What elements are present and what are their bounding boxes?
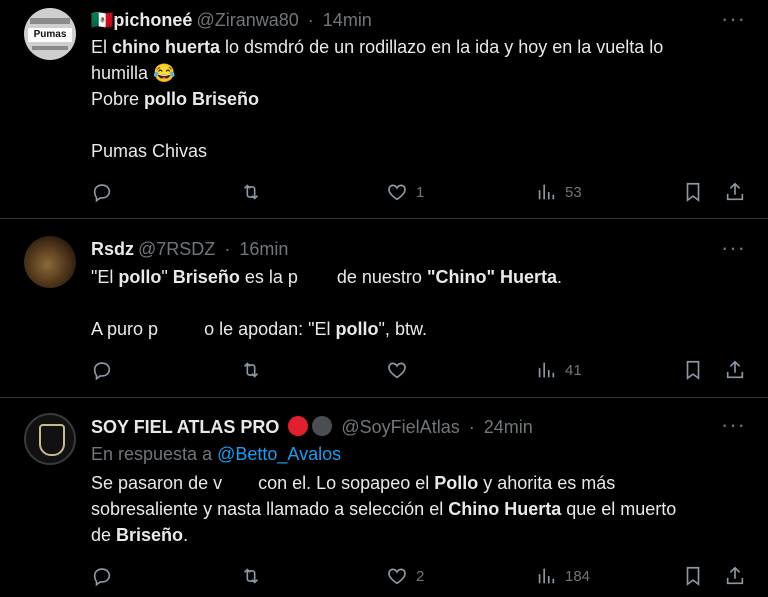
share-button[interactable] xyxy=(724,357,746,383)
tweet-text: Se pasaron de v con el. Lo sopapeo el Po… xyxy=(91,470,741,548)
user-handle[interactable]: @7RSDZ xyxy=(138,239,215,259)
share-button[interactable] xyxy=(724,179,746,205)
reply-icon xyxy=(93,362,111,381)
more-options-icon[interactable]: ··· xyxy=(721,6,746,32)
tweet-actions: 2 184 xyxy=(0,563,768,589)
views-button[interactable]: 53 xyxy=(535,179,582,205)
separator: · xyxy=(307,10,314,30)
black-circle-icon xyxy=(312,416,333,436)
views-button[interactable]: 184 xyxy=(535,563,590,589)
view-count: 53 xyxy=(565,183,582,201)
reply-icon xyxy=(93,184,111,203)
view-count: 184 xyxy=(565,567,591,585)
reply-button[interactable] xyxy=(91,563,113,589)
flag-icon: 🇲🇽 xyxy=(91,10,114,30)
reply-button[interactable] xyxy=(91,179,113,205)
avatar[interactable] xyxy=(24,236,76,288)
share-button[interactable] xyxy=(724,563,746,589)
avatar[interactable] xyxy=(24,413,76,465)
tweet-text: "El pollo" Briseño es la p de nuestro "C… xyxy=(91,264,741,342)
reply-button[interactable] xyxy=(91,357,113,383)
user-handle[interactable]: @SoyFielAtlas xyxy=(341,417,459,437)
tweet-header: SOY FIEL ATLAS PRO @SoyFielAtlas · 24min xyxy=(91,416,533,438)
views-button[interactable]: 41 xyxy=(535,357,582,383)
display-name[interactable]: Rsdz xyxy=(91,239,134,259)
bookmark-button[interactable] xyxy=(682,563,704,589)
laughing-emoji-icon: 😂 xyxy=(153,63,176,83)
views-chart-icon xyxy=(538,362,555,378)
heart-icon xyxy=(388,568,406,585)
like-count: 1 xyxy=(416,183,425,201)
atlas-shield-icon xyxy=(39,424,65,456)
timestamp[interactable]: 24min xyxy=(484,417,533,437)
like-button[interactable]: 1 xyxy=(386,179,424,205)
avatar[interactable]: Pumas xyxy=(24,8,76,60)
tweet-header: Rsdz @7RSDZ · 16min xyxy=(91,239,288,260)
reply-context: En respuesta a @Betto_Avalos xyxy=(91,444,342,464)
reply-icon xyxy=(93,568,111,587)
more-options-icon[interactable]: ··· xyxy=(721,235,746,261)
retweet-button[interactable] xyxy=(240,179,262,205)
tweet-actions: 41 xyxy=(0,357,768,383)
views-chart-icon xyxy=(538,568,555,584)
more-options-icon[interactable]: ··· xyxy=(721,412,746,438)
retweet-button[interactable] xyxy=(240,563,262,589)
heart-icon xyxy=(388,362,406,379)
separator: · xyxy=(468,417,475,437)
avatar-text: Pumas xyxy=(28,28,72,42)
retweet-icon xyxy=(243,362,259,378)
redaction xyxy=(158,316,205,342)
views-chart-icon xyxy=(538,184,555,200)
tweet[interactable]: Pumas 🇲🇽pichoneé @Ziranwa80 · 14min ··· E… xyxy=(0,0,768,219)
tweet-text: El chino huerta lo dsmdró de un rodillaz… xyxy=(91,37,664,161)
display-name[interactable]: SOY FIEL ATLAS PRO xyxy=(91,417,279,437)
bookmark-icon xyxy=(686,360,700,380)
bookmark-icon xyxy=(686,566,700,586)
bookmark-button[interactable] xyxy=(682,357,704,383)
heart-icon xyxy=(388,184,406,201)
reply-to-link[interactable]: @Betto_Avalos xyxy=(217,444,341,464)
user-handle[interactable]: @Ziranwa80 xyxy=(196,10,298,30)
share-icon xyxy=(726,360,744,379)
bookmark-button[interactable] xyxy=(682,179,704,205)
display-name[interactable]: pichoneé xyxy=(113,10,192,30)
like-button[interactable]: 2 xyxy=(386,563,424,589)
share-icon xyxy=(726,182,744,201)
timestamp[interactable]: 16min xyxy=(239,239,288,259)
tweet[interactable]: SOY FIEL ATLAS PRO @SoyFielAtlas · 24min… xyxy=(0,398,768,597)
tweet[interactable]: Rsdz @7RSDZ · 16min ··· "El pollo" Briseñ… xyxy=(0,219,768,398)
bookmark-icon xyxy=(686,182,700,202)
view-count: 41 xyxy=(565,361,582,379)
timestamp[interactable]: 14min xyxy=(323,10,372,30)
retweet-icon xyxy=(243,184,259,200)
redaction xyxy=(222,470,259,496)
share-icon xyxy=(726,566,744,585)
retweet-button[interactable] xyxy=(240,357,262,383)
like-button[interactable] xyxy=(386,357,408,383)
tweet-header: 🇲🇽pichoneé @Ziranwa80 · 14min xyxy=(91,10,372,31)
separator: · xyxy=(224,239,231,259)
tweet-actions: 1 53 xyxy=(0,179,768,205)
retweet-icon xyxy=(243,568,259,584)
redaction xyxy=(297,264,332,290)
like-count: 2 xyxy=(416,567,425,585)
red-circle-icon xyxy=(288,416,309,436)
